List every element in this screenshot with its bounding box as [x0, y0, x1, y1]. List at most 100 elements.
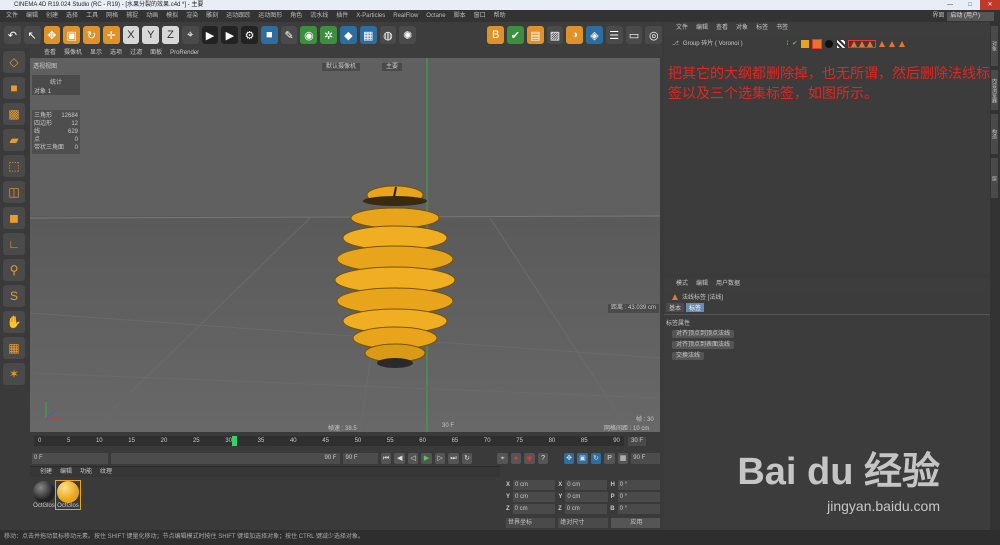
fps-field[interactable]: 90 F	[631, 452, 660, 464]
menu-pipeline[interactable]: 流水线	[310, 10, 328, 22]
material-swatch-selected[interactable]: OctGlos	[55, 480, 81, 510]
close-button[interactable]: ✕	[980, 0, 1000, 10]
align-to-surface-normals-button[interactable]: 对齐顶点到表面法线	[672, 341, 735, 349]
prev-key-icon[interactable]: ◀	[394, 452, 405, 464]
points-mode-icon[interactable]: ⬚	[3, 155, 25, 177]
menu-character[interactable]: 角色	[290, 10, 302, 22]
om-menu-view[interactable]: 查看	[716, 22, 728, 34]
object-name[interactable]: Group 碎片 ( Voronoi )	[683, 38, 743, 50]
size-field[interactable]: 0 cm	[564, 504, 608, 514]
material-swatch[interactable]: OctGlos	[32, 481, 56, 509]
move-icon[interactable]: ✥	[43, 26, 61, 44]
tab-basic[interactable]: 基本	[666, 303, 685, 312]
om-menu-objects[interactable]: 对象	[736, 22, 748, 34]
menu-select[interactable]: 选择	[66, 10, 78, 22]
mat-menu-edit[interactable]: 编辑	[60, 467, 72, 477]
tweak-mode-icon[interactable]: ⚲	[3, 259, 25, 281]
menu-create[interactable]: 创建	[46, 10, 58, 22]
texture-tag-icon[interactable]	[837, 40, 846, 48]
last-tool-icon[interactable]: ✛	[102, 26, 120, 44]
menu-window[interactable]: 窗口	[474, 10, 486, 22]
vp-menu-view[interactable]: 查看	[44, 48, 56, 58]
octane-settings-icon[interactable]: ◈	[586, 26, 603, 44]
key-rotation-icon[interactable]: ↻	[590, 452, 602, 464]
size-field[interactable]: 0 cm	[565, 480, 608, 490]
play-icon[interactable]: ▶	[421, 452, 432, 464]
model-mode-icon[interactable]: ◇	[3, 51, 25, 73]
coord-mode-dropdown[interactable]: 世界坐标	[506, 518, 556, 528]
menu-octane[interactable]: Octane	[426, 10, 445, 22]
rotation-field[interactable]: 0 °	[617, 504, 660, 514]
texture-mode-icon[interactable]: ▤	[526, 26, 544, 44]
cloner-icon[interactable]: ✲	[320, 26, 338, 44]
render-settings-icon[interactable]: ⚙	[241, 26, 258, 44]
key-scale-icon[interactable]: ▣	[577, 452, 588, 464]
octane-camera-icon[interactable]: ◎	[645, 26, 663, 44]
menu-tools[interactable]: 工具	[86, 10, 98, 22]
vp-menu-options[interactable]: 选项	[110, 48, 122, 58]
vp-menu-prorender[interactable]: ProRender	[170, 48, 199, 58]
rotate-icon[interactable]: ↻	[83, 26, 100, 44]
select-arrow-icon[interactable]: ↖	[23, 26, 41, 44]
tab-structure[interactable]: 构造	[991, 114, 998, 154]
swap-normals-button[interactable]: 交换法线	[672, 352, 705, 360]
polygons-mode-icon[interactable]: ◼	[3, 207, 25, 229]
vp-menu-display[interactable]: 显示	[90, 48, 102, 58]
camera-extra-label[interactable]: 主要	[382, 63, 403, 71]
selection-tag-icon[interactable]	[879, 41, 886, 47]
soft-selection-icon[interactable]: ✶	[3, 363, 25, 385]
visibility-icon[interactable]: ⁞	[787, 38, 789, 50]
menu-x-particles[interactable]: X-Particles	[356, 10, 385, 22]
timeline[interactable]: 0 5 10 15 20 25 30 35 40 45 50 55 60 65 …	[30, 432, 660, 450]
minimize-button[interactable]: —	[940, 0, 960, 10]
perspective-viewport[interactable]: 透视视图 统计 对象 1 三角形 12684 四边形 12 线 629 点0 带状三角…	[30, 58, 660, 432]
subdivision-icon[interactable]: ◉	[300, 26, 318, 44]
om-menu-bookmarks[interactable]: 书签	[776, 22, 788, 34]
camera-label[interactable]: 默认摄像机	[322, 63, 361, 71]
attr-menu-mode[interactable]: 模式	[676, 278, 688, 290]
maximize-button[interactable]: □	[960, 0, 980, 10]
octane-light-icon[interactable]: ▭	[625, 26, 643, 44]
menu-motion-tracking[interactable]: 运动跟踪	[226, 10, 250, 22]
position-field[interactable]: 0 cm	[512, 504, 556, 514]
loop-icon[interactable]: ↻	[461, 452, 473, 464]
om-menu-file[interactable]: 文件	[676, 22, 688, 34]
octane-live-icon[interactable]: ◑	[566, 26, 584, 44]
selected-tag-icon[interactable]	[812, 39, 823, 49]
tab-tag[interactable]: 标签	[686, 303, 705, 312]
object-mode-icon[interactable]: ■	[3, 77, 25, 99]
align-to-vertex-normals-button[interactable]: 对齐顶点到顶点法线	[672, 330, 735, 338]
keyframe-help-icon[interactable]: ?	[537, 452, 549, 464]
object-row[interactable]: ⎇ Group 碎片 ( Voronoi ) ⁞ ✔	[664, 38, 990, 50]
tab-content-browser[interactable]: 内容浏览器	[991, 70, 998, 110]
vp-menu-filter[interactable]: 过滤	[130, 48, 142, 58]
scale-icon[interactable]: ▣	[63, 26, 81, 44]
next-frame-icon[interactable]: ▷	[434, 452, 446, 464]
pen-icon[interactable]: ✎	[280, 26, 298, 44]
menu-mesh[interactable]: 网格	[106, 10, 118, 22]
menu-help[interactable]: 帮助	[494, 10, 506, 22]
autokey-icon[interactable]: ◉	[524, 452, 535, 464]
playhead[interactable]	[231, 436, 237, 446]
camera-icon[interactable]: ◍	[379, 26, 397, 44]
floor-icon[interactable]: ▦	[359, 26, 377, 44]
lock-workplane-icon[interactable]: ✋	[3, 311, 25, 333]
workplane-icon[interactable]: ▰	[3, 129, 25, 151]
snap-icon[interactable]: S	[3, 285, 25, 307]
menu-render[interactable]: 渲染	[186, 10, 198, 22]
phong-tag-icon[interactable]	[801, 40, 810, 48]
record-icon[interactable]: ●	[510, 452, 522, 464]
render-picture-viewer-icon[interactable]: ▶	[221, 26, 239, 44]
position-field[interactable]: 0 cm	[513, 492, 556, 502]
deformer-icon[interactable]: ◆	[340, 26, 357, 44]
paint-setup-icon[interactable]: ✔	[507, 26, 524, 44]
axis-mode-icon[interactable]: ∟	[3, 233, 25, 255]
planar-workplane-icon[interactable]: ▦	[3, 337, 25, 359]
key-position-icon[interactable]: ✥	[563, 452, 575, 464]
texture-mode-icon[interactable]: ▩	[3, 103, 25, 125]
menu-mograph[interactable]: 运动图形	[258, 10, 282, 22]
menu-simulate[interactable]: 模拟	[166, 10, 178, 22]
key-pla-icon[interactable]: ▦	[617, 452, 629, 464]
coord-scale-dropdown[interactable]: 绝对尺寸	[558, 518, 608, 528]
vp-menu-cameras[interactable]: 摄像机	[64, 48, 82, 58]
